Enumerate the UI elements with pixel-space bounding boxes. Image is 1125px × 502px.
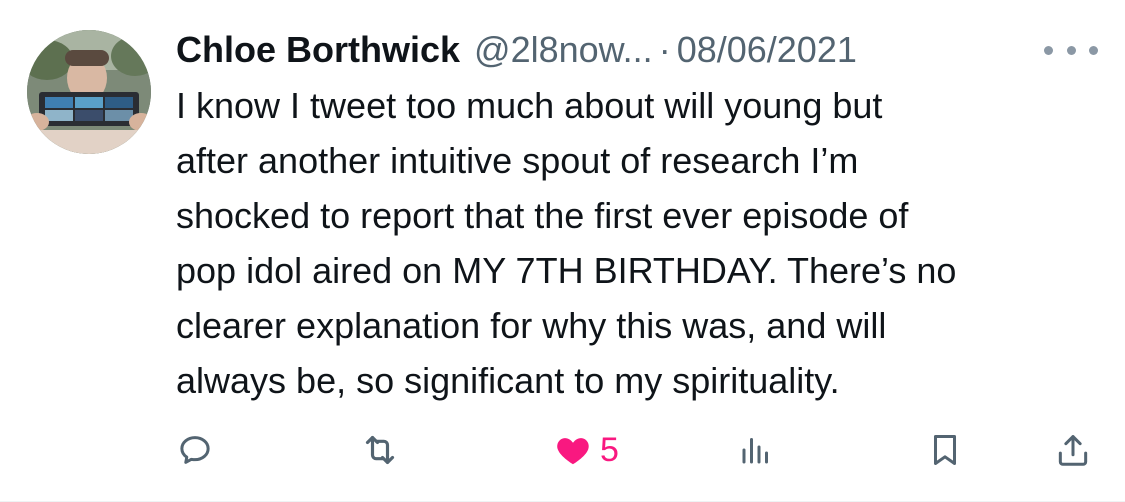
heart-icon (557, 438, 589, 465)
retweet-button[interactable] (360, 422, 400, 478)
tweet-text: I know I tweet too much about will young… (176, 85, 957, 401)
like-button[interactable]: 5 (554, 422, 619, 478)
avatar-image (27, 30, 151, 154)
views-icon (742, 438, 768, 464)
share-icon (1058, 435, 1088, 466)
author-handle[interactable]: @2l8now... (474, 22, 653, 78)
like-count: 5 (600, 430, 619, 469)
reply-icon (180, 436, 210, 464)
share-button[interactable] (1054, 422, 1092, 478)
tweet-date[interactable]: 08/06/2021 (677, 22, 857, 78)
reply-button[interactable] (176, 422, 214, 478)
views-button[interactable] (738, 422, 774, 478)
retweet-icon (365, 435, 395, 465)
avatar[interactable] (27, 30, 151, 154)
more-dot-icon (1089, 45, 1098, 55)
tweet-actions: 5 (176, 422, 1096, 478)
header-separator: · (658, 29, 671, 70)
tweet-card[interactable]: Chloe Borthwick @2l8now... · 08/06/2021 … (0, 0, 1125, 502)
more-dot-icon (1066, 45, 1076, 55)
more-options-button[interactable] (1044, 38, 1098, 62)
more-dot-icon (1044, 45, 1053, 55)
bookmark-button[interactable] (926, 422, 964, 478)
bookmark-icon (933, 435, 957, 465)
author-name[interactable]: Chloe Borthwick (176, 22, 460, 78)
tweet-header: Chloe Borthwick @2l8now... · 08/06/2021 (176, 22, 857, 78)
